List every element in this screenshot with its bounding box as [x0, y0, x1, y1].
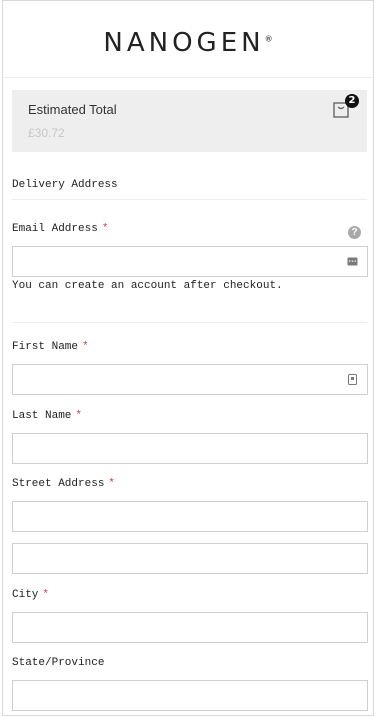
email-label: Email Address *: [12, 223, 108, 235]
street-address-line1-field[interactable]: [12, 501, 368, 532]
street-address-label-text: Street Address: [12, 478, 105, 490]
required-asterisk: *: [82, 341, 89, 353]
email-field[interactable]: [12, 246, 368, 277]
contact-card-icon[interactable]: [347, 374, 358, 385]
order-summary: Estimated Total £30.72 2: [12, 90, 367, 152]
required-asterisk: *: [101, 223, 109, 235]
first-name-label: First Name *: [12, 341, 89, 353]
email-divider: [12, 322, 367, 323]
first-name-field[interactable]: [12, 364, 368, 395]
site-header: NANOGEN®: [3, 1, 373, 78]
city-label-text: City: [12, 589, 39, 601]
estimated-total-value: £30.72: [28, 126, 65, 140]
required-asterisk: *: [75, 410, 83, 422]
street-address-line2-field[interactable]: [12, 543, 368, 574]
email-label-text: Email Address: [12, 223, 98, 235]
first-name-label-text: First Name: [12, 341, 79, 353]
brand-logo[interactable]: NANOGEN®: [103, 28, 272, 58]
required-asterisk: *: [42, 589, 50, 601]
checkout-frame: NANOGEN® Estimated Total £30.72 2 Delive…: [2, 0, 374, 716]
city-field[interactable]: [12, 612, 368, 643]
required-asterisk: *: [108, 478, 116, 490]
last-name-label-text: Last Name: [12, 410, 72, 422]
delivery-address-heading: Delivery Address: [12, 179, 118, 191]
logo-text: NANOGEN: [103, 28, 265, 58]
logo-registered-mark: ®: [264, 34, 273, 44]
section-divider: [12, 199, 367, 200]
state-province-label-text: State/Province: [12, 657, 105, 669]
estimated-total-label: Estimated Total: [28, 102, 117, 117]
cart-count-badge: 2: [345, 94, 359, 108]
state-province-field[interactable]: [12, 680, 368, 711]
city-label: City *: [12, 589, 49, 601]
help-icon[interactable]: ?: [348, 226, 361, 239]
account-note: You can create an account after checkout…: [12, 280, 283, 292]
autofill-keyboard-icon[interactable]: [347, 256, 358, 267]
cart-button[interactable]: 2: [331, 94, 359, 120]
last-name-label: Last Name *: [12, 410, 82, 422]
last-name-field[interactable]: [12, 433, 368, 464]
state-province-label: State/Province: [12, 657, 104, 669]
street-address-label: Street Address *: [12, 478, 115, 490]
